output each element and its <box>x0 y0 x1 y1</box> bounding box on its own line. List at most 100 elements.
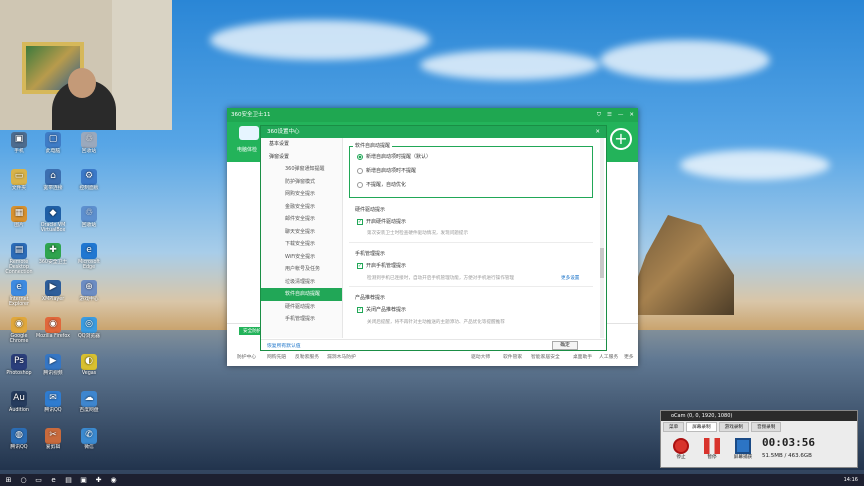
footer-tab[interactable]: 网购先赔 <box>267 353 286 360</box>
radio-icon[interactable] <box>357 181 363 188</box>
restore-defaults-link[interactable]: 恢复所有默认值 <box>267 342 301 349</box>
pc-checkup-icon[interactable] <box>239 126 259 140</box>
footer-tab[interactable]: 驱动大师 <box>471 353 490 360</box>
sidebar-item[interactable]: 网购安全提示 <box>261 188 342 201</box>
sidebar-item[interactable]: 360弹窗通知提醒 <box>261 163 342 176</box>
desktop-icon[interactable]: ◍ 腾讯QQ <box>2 428 36 450</box>
radio-icon[interactable] <box>357 153 363 160</box>
checkbox-icon[interactable]: ✓ <box>357 306 363 313</box>
product-checkbox[interactable]: ✓ 关闭产品推荐提示 <box>357 306 406 313</box>
scrollbar-thumb[interactable] <box>600 248 604 278</box>
driver-checkbox[interactable]: ✓ 开启硬件驱动提示 <box>357 218 406 225</box>
desktop-icon[interactable]: ✚ 360安全卫士 <box>36 243 70 265</box>
app-titlebar: 360安全卫士11 ⛉ ☰ — ✕ <box>227 108 638 122</box>
sidebar-item[interactable]: 硬件驱动提示 <box>261 301 342 314</box>
desktop-icon[interactable]: ◉ Mozilla Firefox <box>36 317 70 339</box>
desktop-icon[interactable]: ▤ Remote Desktop Connection <box>2 243 36 276</box>
close-icon[interactable]: ✕ <box>629 108 634 122</box>
ocam-icon[interactable]: ◉ <box>107 475 120 485</box>
start-icon[interactable]: ⊞ <box>2 475 15 485</box>
skin-icon[interactable]: ⛉ <box>597 108 601 122</box>
desktop-icon[interactable]: ⚙ 控制面板 <box>72 169 106 191</box>
desktop-icon[interactable]: ✂ 爱剪辑 <box>36 428 70 450</box>
app-360-icon[interactable]: ✚ <box>92 475 105 485</box>
desktop-icon[interactable]: e Internet Explorer <box>2 280 36 307</box>
task-view-icon[interactable]: ▭ <box>32 475 45 485</box>
add-feature-icon[interactable]: + <box>610 128 632 150</box>
desktop-icon[interactable]: ◆ Oracle VM VirtualBox <box>36 206 70 233</box>
sidebar-item[interactable]: 基本设置 <box>261 138 342 151</box>
startup-option-remind[interactable]: 新增自启动项时提醒（默认） <box>357 153 431 160</box>
desktop-icon[interactable]: ▢ 此电脑 <box>36 132 70 154</box>
dialog-title: 360设置中心 <box>267 129 300 135</box>
desktop-icon[interactable]: ◎ QQ浏览器 <box>72 317 106 339</box>
dialog-close-icon[interactable]: ✕ <box>595 126 600 138</box>
sidebar-item[interactable]: 手机管理提示 <box>261 313 342 326</box>
sidebar-item[interactable]: WiFi安全提示 <box>261 251 342 264</box>
desktop-icon[interactable]: ✉ 腾讯QQ <box>36 391 70 413</box>
ocam-tab-audio[interactable]: 音频录制 <box>750 422 782 432</box>
webcam-person-head <box>68 68 96 98</box>
checkbox-icon[interactable]: ✓ <box>357 218 363 225</box>
capture-button[interactable]: 屏幕捕获 <box>732 438 754 460</box>
desktop-icon[interactable]: ▣ 手机 <box>2 132 36 154</box>
ocam-tab-game[interactable]: 游戏录制 <box>718 422 749 432</box>
footer-tab[interactable]: 桌面助手 <box>573 353 592 360</box>
desktop-icon[interactable]: e Microsoft Edge <box>72 243 106 270</box>
clock[interactable]: 14:16 <box>844 474 858 486</box>
checkbox-icon[interactable]: ✓ <box>357 262 363 269</box>
explorer-icon[interactable]: ▤ <box>62 475 75 485</box>
sidebar-item[interactable]: 邮件安全提示 <box>261 213 342 226</box>
footer-tab[interactable]: 漏洞木马防护 <box>327 353 356 360</box>
startup-option-no-remind[interactable]: 新增自启动项时不提醒 <box>357 167 416 174</box>
desktop-icon[interactable]: ▶ 腾讯视频 <box>36 354 70 376</box>
header-label[interactable]: 电脑体检 <box>237 146 257 153</box>
desktop-icon[interactable]: ⌂ 宽带连接 <box>36 169 70 191</box>
store-icon[interactable]: ▣ <box>77 475 90 485</box>
desktop-icon[interactable]: ▦ 图片 <box>2 206 36 228</box>
sidebar-item[interactable]: 弹窗设置 <box>261 151 342 164</box>
desktop-icon[interactable]: ♲ 回收站 <box>72 132 106 154</box>
desktop-icon[interactable]: ⊕ 游戏中心 <box>72 280 106 302</box>
sidebar-item[interactable]: 垃圾清理提示 <box>261 276 342 289</box>
desktop-icon[interactable]: Au Audition <box>2 391 36 413</box>
footer-tab[interactable]: 防护中心 <box>237 353 256 360</box>
footer-tab[interactable]: 更多 <box>624 353 634 360</box>
monitor-icon <box>735 438 751 454</box>
more-settings-link[interactable]: 更多设置 <box>561 275 579 281</box>
cortana-icon[interactable]: ○ <box>17 475 30 485</box>
desktop-icon[interactable]: ♲ 回收站 <box>72 206 106 228</box>
ocam-tab-screen[interactable]: 屏幕录制 <box>686 422 717 432</box>
desktop-icon[interactable]: ▭ 文件夹 <box>2 169 36 191</box>
footer-tab[interactable]: 人工服务 <box>599 353 618 360</box>
desktop-icon[interactable]: ◐ Vegas <box>72 354 106 376</box>
sidebar-item[interactable]: 下载安全提示 <box>261 238 342 251</box>
radio-icon[interactable] <box>357 167 363 174</box>
desktop-icon[interactable]: ▶ XMPlayer <box>36 280 70 302</box>
taskbar: ⊞ ○ ▭ e ▤ ▣ ✚ ◉ 14:16 <box>0 474 864 486</box>
stop-button[interactable]: 停止 <box>670 438 692 460</box>
ok-button[interactable]: 确定 <box>552 341 578 350</box>
sidebar-item[interactable]: 聊天安全提示 <box>261 226 342 239</box>
menu-icon[interactable]: ☰ <box>607 108 612 122</box>
product-description: 关闭后提醒，将不再针对主动推送的主题添功、产品优化等提醒推荐 <box>367 320 505 325</box>
sidebar-item[interactable]: 软件自启动提醒 <box>261 288 342 301</box>
sidebar-item[interactable]: 防护弹窗模式 <box>261 176 342 189</box>
edge-icon[interactable]: e <box>47 475 60 485</box>
desktop-icon[interactable]: ☁ 百度网盘 <box>72 391 106 413</box>
pause-button[interactable]: 暂停 <box>701 438 723 460</box>
content-scrollbar[interactable] <box>600 138 604 338</box>
ocam-tab-menu[interactable]: 菜单 <box>663 422 685 432</box>
desktop-icon[interactable]: ◉ Google Chrome <box>2 317 36 344</box>
sidebar-item[interactable]: 用户帐号及任务 <box>261 263 342 276</box>
phone-checkbox[interactable]: ✓ 开启手机管理提示 <box>357 262 406 269</box>
sidebar-item[interactable]: 金融安全提示 <box>261 201 342 214</box>
footer-tab[interactable]: 反勒索服务 <box>295 353 319 360</box>
desktop-icon[interactable]: ✆ 微信 <box>72 428 106 450</box>
desktop-icon[interactable]: Ps Photoshop <box>2 354 36 376</box>
minimize-icon[interactable]: — <box>618 108 624 122</box>
ocam-tabs: 菜单 屏幕录制 游戏录制 音频录制 <box>661 421 857 433</box>
footer-tab[interactable]: 智能家居安全 <box>531 353 560 360</box>
footer-tab[interactable]: 软件管家 <box>503 353 522 360</box>
startup-option-auto-optimize[interactable]: 不提醒，自动优化 <box>357 181 406 188</box>
